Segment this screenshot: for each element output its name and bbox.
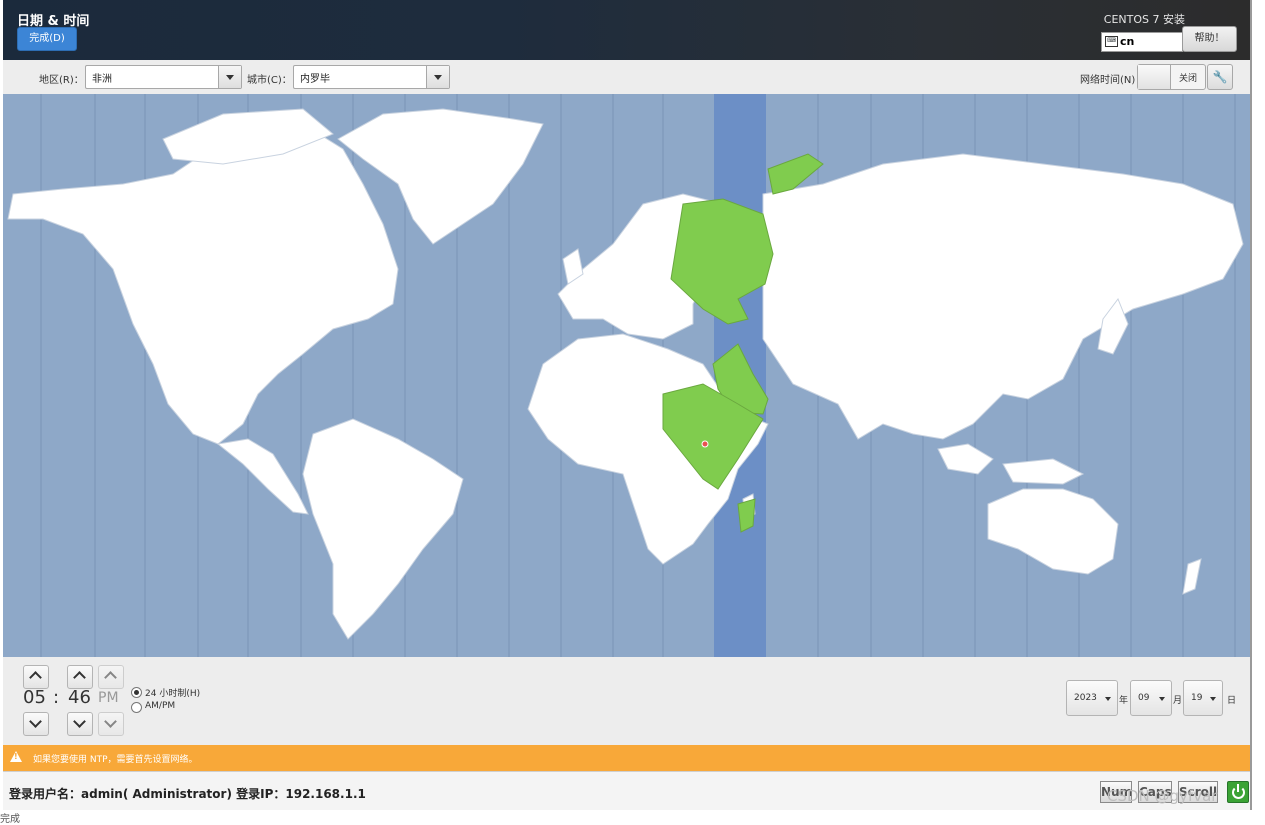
month-unit: 月 bbox=[1173, 696, 1183, 706]
keyboard-layout-value: cn bbox=[1120, 35, 1135, 48]
format-24h-radio[interactable] bbox=[131, 687, 142, 698]
ampm-up-button[interactable] bbox=[98, 665, 124, 689]
region-combo[interactable]: 非洲 bbox=[85, 65, 242, 89]
minute-down-button[interactable] bbox=[67, 712, 93, 736]
minute-up-button[interactable] bbox=[67, 665, 93, 689]
hour-down-button[interactable] bbox=[23, 712, 49, 736]
watermark: CSDN @gyfvar bbox=[1107, 787, 1218, 805]
time-date-panel: 05 : 46 PM 24 小时制(H) AM/PM 2023 年 09 月 1… bbox=[3, 657, 1250, 745]
year-unit: 年 bbox=[1119, 696, 1129, 706]
time-separator: : bbox=[53, 687, 60, 708]
chevron-down-icon[interactable] bbox=[426, 66, 449, 88]
done-button[interactable]: 完成(D) bbox=[17, 27, 77, 51]
status-bar: 登录用户名：admin( Administrator) 登录IP：192.168… bbox=[3, 771, 1250, 810]
region-value: 非洲 bbox=[92, 74, 112, 85]
network-time-state: 关闭 bbox=[1179, 74, 1198, 84]
year-combo[interactable]: 2023 bbox=[1066, 680, 1118, 716]
format-ampm-label: AM/PM bbox=[145, 701, 176, 711]
month-combo[interactable]: 09 bbox=[1130, 680, 1172, 716]
caret-down-icon bbox=[1159, 697, 1165, 701]
installer-window: 日期 & 时间 完成(D) CENTOS 7 安装 ⌨ cn 帮助！ 地区(R)… bbox=[3, 0, 1252, 810]
day-combo[interactable]: 19 bbox=[1183, 680, 1223, 716]
format-24h-label: 24 小时制(H) bbox=[145, 689, 201, 699]
product-title: CENTOS 7 安装 bbox=[1103, 13, 1185, 26]
login-info: 登录用户名：admin( Administrator) 登录IP：192.168… bbox=[9, 787, 366, 801]
warning-icon bbox=[10, 751, 22, 762]
day-unit: 日 bbox=[1227, 696, 1237, 706]
city-label: 城市(C)： bbox=[247, 75, 292, 86]
chevron-down-icon[interactable] bbox=[218, 66, 241, 88]
warning-text: 如果您要使用 NTP，需要首先设置网络。 bbox=[33, 755, 198, 765]
region-label: 地区(R)： bbox=[39, 75, 84, 86]
keyboard-layout-indicator[interactable]: ⌨ cn bbox=[1101, 32, 1183, 52]
hour-up-button[interactable] bbox=[23, 665, 49, 689]
header-bar: 日期 & 时间 完成(D) CENTOS 7 安装 ⌨ cn 帮助！ bbox=[3, 0, 1250, 60]
hours-value: 05 bbox=[23, 687, 46, 708]
caret-down-icon bbox=[1105, 697, 1111, 701]
year-value: 2023 bbox=[1074, 693, 1097, 703]
timezone-toolbar: 地区(R)： 非洲 城市(C)： 内罗毕 网络时间(N) 关闭 🔧 bbox=[3, 60, 1250, 95]
timezone-map[interactable] bbox=[3, 94, 1250, 657]
day-value: 19 bbox=[1191, 693, 1203, 703]
minutes-value: 46 bbox=[68, 687, 91, 708]
ampm-value: PM bbox=[98, 690, 119, 706]
ntp-config-button[interactable]: 🔧 bbox=[1207, 64, 1233, 90]
switch-knob[interactable] bbox=[1138, 65, 1171, 89]
format-ampm-radio[interactable] bbox=[131, 702, 142, 713]
ampm-down-button[interactable] bbox=[98, 712, 124, 736]
month-value: 09 bbox=[1138, 693, 1150, 703]
network-time-label: 网络时间(N) bbox=[1080, 75, 1136, 86]
network-time-switch[interactable]: 关闭 bbox=[1137, 64, 1206, 90]
help-button[interactable]: 帮助！ bbox=[1182, 26, 1237, 52]
city-value: 内罗毕 bbox=[300, 74, 330, 85]
power-icon[interactable] bbox=[1227, 781, 1249, 803]
keyboard-icon: ⌨ bbox=[1105, 36, 1118, 47]
selected-city-marker[interactable] bbox=[701, 440, 709, 448]
caret-down-icon bbox=[1210, 697, 1216, 701]
wrench-icon: 🔧 bbox=[1212, 70, 1228, 84]
city-combo[interactable]: 内罗毕 bbox=[293, 65, 450, 89]
warning-bar: 如果您要使用 NTP，需要首先设置网络。 bbox=[3, 745, 1250, 771]
